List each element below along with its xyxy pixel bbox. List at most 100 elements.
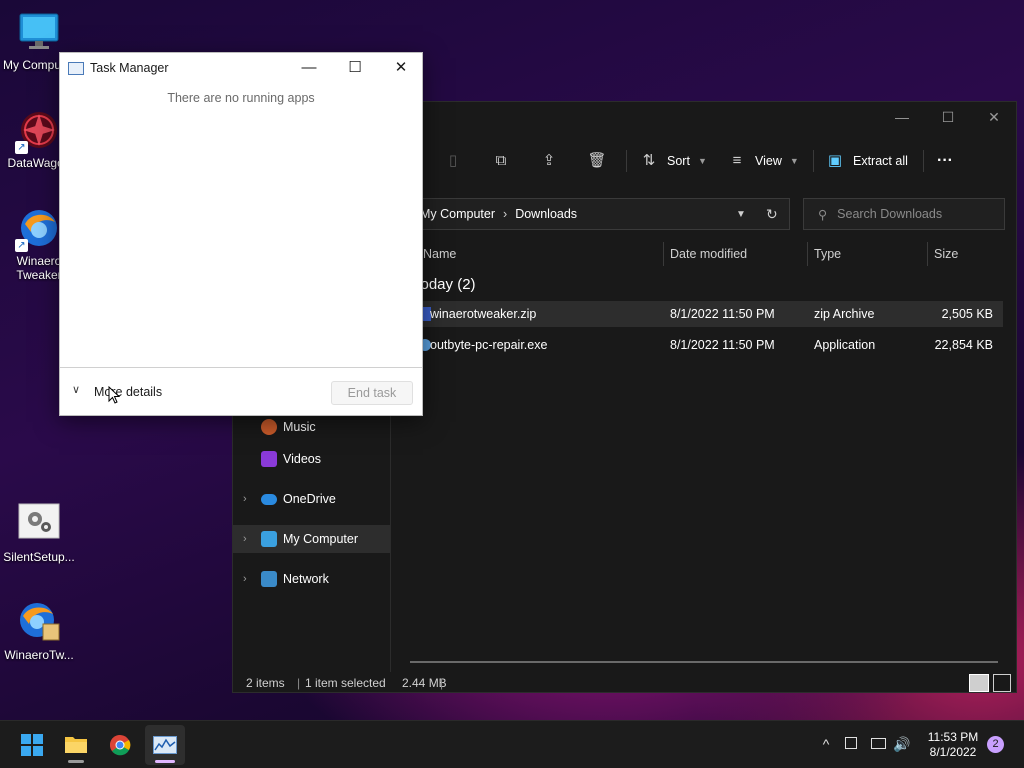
file-row[interactable]: outbyte-pc-repair.exe 8/1/2022 11:50 PM … [413,332,1003,358]
nav-item-label: Videos [283,452,321,466]
desktop-icon-winaerotweaker-installer[interactable]: WinaeroTw... [0,600,78,662]
tiles-view-icon[interactable] [993,674,1011,692]
device-icon[interactable] [842,735,860,753]
notification-badge[interactable]: 2 [987,736,1004,753]
file-date: 8/1/2022 11:50 PM [670,338,775,352]
end-task-button[interactable]: End task [331,381,413,405]
address-bar[interactable]: My Computer › Downloads ▼ ↻ [413,198,790,230]
refresh-icon[interactable]: ↻ [766,206,778,223]
nav-pane-divider[interactable] [390,402,391,672]
nav-item-music[interactable]: Music [233,413,390,441]
chevron-down-icon: ▼ [697,156,707,166]
extract-all-button[interactable]: ▣ Extract all [825,148,908,174]
minimize-button[interactable]: — [286,53,332,83]
column-header-name[interactable]: Name [423,240,456,268]
file-row[interactable]: winaerotweaker.zip 8/1/2022 11:50 PM zip… [413,301,1003,327]
toolbar-separator [813,150,814,172]
paste-button[interactable]: ▯ [443,148,463,174]
column-divider[interactable] [663,242,664,266]
search-input[interactable]: ⚲ Search Downloads [803,198,1005,230]
winaero-tweaker-icon: ↗ [15,206,61,252]
desktop-icon-label: WinaeroTw... [4,648,74,662]
nav-item-label: Music [283,420,316,434]
task-manager-footer: ∨ More details End task [60,367,422,417]
view-label: View [755,154,782,168]
search-icon: ⚲ [818,207,828,222]
nav-item-network[interactable]: › Network [233,565,390,593]
delete-button[interactable]: 🗑 [587,148,607,174]
start-button[interactable] [12,725,52,765]
maximize-button[interactable]: ☐ [925,102,971,132]
view-icon: ≡ [732,152,742,169]
taskbar-task-manager[interactable] [145,725,185,765]
trash-icon: 🗑 [587,152,607,169]
network-status-icon[interactable] [869,735,887,753]
show-hidden-icons-chevron-icon[interactable]: ^ [817,735,835,753]
shortcut-arrow-icon: ↗ [15,239,28,252]
column-header-size[interactable]: Size [934,240,958,268]
close-button[interactable]: ✕ [971,102,1017,132]
sort-button[interactable]: ⇅ Sort ▼ [639,148,707,174]
column-divider[interactable] [807,242,808,266]
sort-label: Sort [667,154,690,168]
breadcrumb-downloads[interactable]: Downloads [515,207,577,221]
column-header-date[interactable]: Date modified [670,240,747,268]
start-icon [21,734,43,756]
chevron-right-icon[interactable]: › [243,525,247,553]
toolbar-separator [626,150,627,172]
desktop-icon-label: SilentSetup... [3,550,75,564]
chevron-right-icon[interactable]: › [243,565,247,593]
gears-icon [17,502,61,546]
monitor-icon [17,10,61,54]
share-button[interactable]: ⇪ [539,148,559,174]
view-button[interactable]: ≡ View ▼ [727,148,799,174]
file-size: 22,854 KB [934,338,993,352]
task-manager-icon [68,62,84,75]
taskbar-file-explorer[interactable] [56,725,96,765]
chevron-right-icon[interactable]: › [243,485,247,513]
rename-icon: ⧉ [495,152,507,169]
breadcrumb-my-computer[interactable]: My Computer [420,207,495,221]
clock-time: 11:53 PM [927,730,979,744]
status-selected: 1 item selected [305,676,386,690]
paste-icon: ▯ [448,152,458,169]
search-placeholder: Search Downloads [837,207,943,221]
column-divider[interactable] [927,242,928,266]
minimize-button[interactable]: — [879,102,925,132]
clock[interactable]: 11:53 PM 8/1/2022 [915,730,991,760]
file-size: 2,505 KB [941,307,993,321]
file-type: Application [814,338,876,352]
music-icon [261,419,277,435]
column-header-type[interactable]: Type [814,240,841,268]
nav-item-my-computer[interactable]: › My Computer [233,525,390,553]
nav-item-label: Network [283,572,329,586]
empty-state-message: There are no running apps [167,91,315,105]
volume-icon[interactable]: 🔊 [893,735,911,753]
nav-item-videos[interactable]: Videos [233,445,390,473]
window-title: Task Manager [90,61,169,75]
file-date: 8/1/2022 11:50 PM [670,307,775,321]
more-options-button[interactable]: ··· [937,148,953,174]
running-indicator [68,760,84,763]
nav-item-onedrive[interactable]: › OneDrive [233,485,390,513]
extract-icon: ▣ [827,152,843,169]
sort-icon: ⇅ [642,152,656,169]
breadcrumb-separator: › [503,207,508,221]
extract-label: Extract all [853,154,908,168]
close-button[interactable]: ✕ [378,53,424,83]
chevron-down-icon[interactable]: ∨ [72,383,80,396]
more-details-button[interactable]: More details [94,385,162,399]
details-view-icon[interactable] [969,674,989,692]
desktop-icon-silentsetup[interactable]: SilentSetup... [0,502,78,564]
nav-item-label: OneDrive [283,492,336,506]
shortcut-arrow-icon: ↗ [15,141,28,154]
horizontal-scrollbar[interactable] [410,661,998,663]
taskbar-chrome[interactable] [100,725,140,765]
maximize-button[interactable]: ☐ [332,53,378,83]
rename-button[interactable]: ⧉ [491,148,511,174]
winaero-tweaker-installer-icon [17,600,61,644]
chrome-icon [110,735,131,756]
task-manager-window: Task Manager — ☐ ✕ There are no running … [59,52,423,416]
address-history-chevron-icon[interactable]: ▼ [736,209,746,220]
computer-icon [261,531,277,547]
